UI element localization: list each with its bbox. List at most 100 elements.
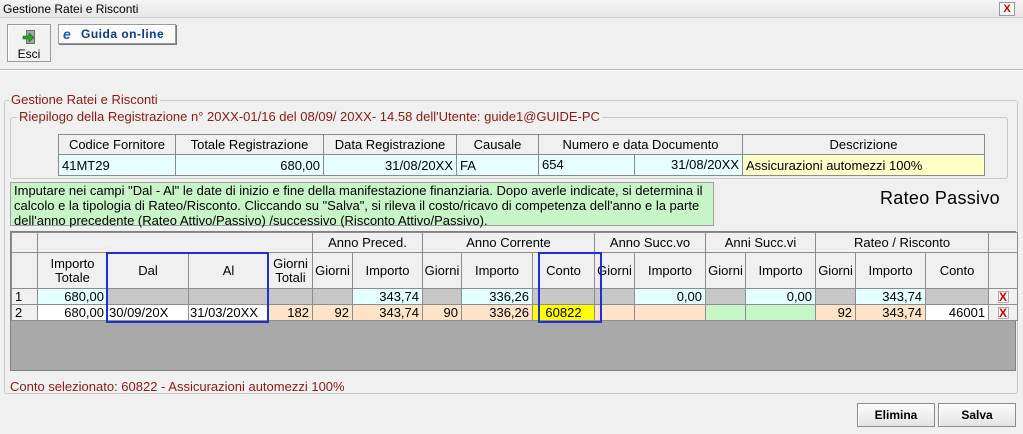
- corr-conto-cell[interactable]: 60822: [531, 304, 596, 321]
- causale-value: FA: [456, 154, 539, 176]
- main-group-label: Gestione Ratei e Risconti: [9, 92, 160, 107]
- giorni-totali-cell: [268, 288, 313, 305]
- esci-button[interactable]: Esci: [7, 24, 51, 62]
- header-numero-documento: Numero e data Documento: [538, 134, 743, 155]
- group-anni-succ: Anni Succ.vi: [705, 232, 817, 253]
- rr-giorni-cell: [815, 288, 857, 305]
- succvi-giorni-cell: [705, 304, 747, 321]
- succvi-importo-cell[interactable]: 0,00: [745, 288, 817, 305]
- col-corr-conto: Conto: [531, 252, 596, 289]
- status-text: Conto selezionato: 60822 - Assicurazioni…: [10, 379, 345, 394]
- browser-e-icon: e: [63, 26, 71, 42]
- row-number: 1: [11, 288, 38, 305]
- window-title: Gestione Ratei e Risconti: [3, 2, 139, 16]
- data-documento-value: 31/08/20XX: [671, 157, 739, 172]
- numero-documento-cell: 654 31/08/20XX: [538, 154, 743, 176]
- row-num-header: [11, 252, 38, 289]
- blank-header: [37, 232, 313, 253]
- rr-giorni-cell: 92: [815, 304, 857, 321]
- col-giorni-totali: Giorni Totali: [268, 252, 313, 289]
- col-prec-importo: Importo: [352, 252, 423, 289]
- col-dal: Dal: [107, 252, 189, 289]
- delete-x-icon: X: [997, 305, 1009, 320]
- rr-importo-cell[interactable]: 343,74: [855, 288, 927, 305]
- group-rateo-risconto: Rateo / Risconto: [815, 232, 990, 253]
- corr-importo-cell[interactable]: 336,26: [461, 288, 533, 305]
- rr-conto-cell[interactable]: 46001: [925, 304, 990, 321]
- importo-totale-cell[interactable]: 680,00: [37, 304, 108, 321]
- row-number: 2: [11, 304, 38, 321]
- prec-importo-cell[interactable]: 343,74: [352, 304, 423, 321]
- delete-row-button[interactable]: X: [988, 304, 1019, 321]
- dal-cell[interactable]: [107, 288, 189, 305]
- info-box: Imputare nei campi "Dal - Al" le date di…: [10, 182, 714, 228]
- col-al: Al: [188, 252, 269, 289]
- prec-giorni-cell: [312, 288, 353, 305]
- guida-online-button[interactable]: e Guida on-line: [58, 24, 176, 44]
- col-corr-giorni: Giorni: [422, 252, 462, 289]
- corr-conto-cell[interactable]: [531, 288, 596, 305]
- blank-header-end: [988, 232, 1019, 253]
- totale-registrazione-value: 680,00: [175, 154, 324, 176]
- succ-importo-cell[interactable]: [634, 304, 707, 321]
- esci-label: Esci: [17, 47, 41, 61]
- succvi-importo-cell[interactable]: [745, 304, 817, 321]
- salva-button[interactable]: Salva: [938, 403, 1016, 427]
- col-succvi-importo: Importo: [745, 252, 817, 289]
- delete-row-button[interactable]: X: [988, 288, 1019, 305]
- header-data-registrazione: Data Registrazione: [323, 134, 457, 155]
- al-cell[interactable]: [188, 288, 269, 305]
- col-importo-totale: Importo Totale: [37, 252, 108, 289]
- table-row: 2 680,00 30/09/20X 31/03/20XX 182 92 343…: [11, 304, 1019, 321]
- giorni-totali-cell: 182: [268, 304, 313, 321]
- codice-fornitore-value: 41MT29: [58, 154, 176, 176]
- corner-cell: [11, 232, 38, 253]
- col-succvi-giorni: Giorni: [705, 252, 747, 289]
- header-totale-registrazione: Totale Registrazione: [175, 134, 324, 155]
- corr-giorni-cell: [422, 288, 462, 305]
- delete-x-icon: X: [997, 289, 1009, 304]
- prec-importo-cell[interactable]: 343,74: [352, 288, 423, 305]
- header-codice-fornitore: Codice Fornitore: [58, 134, 176, 155]
- title-bar: Gestione Ratei e Risconti X: [0, 0, 1023, 18]
- succ-importo-cell[interactable]: 0,00: [634, 288, 707, 305]
- col-rr-importo: Importo: [855, 252, 927, 289]
- rr-importo-cell[interactable]: 343,74: [855, 304, 927, 321]
- exit-door-icon: [22, 30, 35, 44]
- table-row: 1 680,00 343,74 336,26 0,00 0,00 343,74 …: [11, 288, 1019, 305]
- corr-giorni-cell: 90: [422, 304, 462, 321]
- col-rr-conto: Conto: [925, 252, 990, 289]
- prec-giorni-cell: 92: [312, 304, 353, 321]
- close-button[interactable]: X: [999, 2, 1015, 16]
- ratei-grid-area: Anno Preced. Anno Corrente Anno Succ.vo …: [10, 231, 1019, 371]
- numero-documento-value: 654: [540, 155, 635, 175]
- col-prec-giorni: Giorni: [312, 252, 353, 289]
- group-anno-succ: Anno Succ.vo: [594, 232, 707, 253]
- rr-conto-cell[interactable]: [925, 288, 990, 305]
- succ-giorni-cell: [594, 288, 636, 305]
- col-rr-giorni: Giorni: [815, 252, 857, 289]
- toolbar-separator: [0, 69, 1023, 71]
- elimina-button[interactable]: Elimina: [857, 403, 935, 427]
- col-succ-giorni: Giorni: [594, 252, 636, 289]
- descrizione-value: Assicurazioni automezzi 100%: [742, 154, 985, 176]
- guida-online-label: Guida on-line: [81, 27, 165, 41]
- riepilogo-table: Codice Fornitore Totale Registrazione Da…: [58, 134, 985, 176]
- group-anno-corrente: Anno Corrente: [421, 232, 596, 253]
- al-cell[interactable]: 31/03/20XX: [188, 304, 269, 321]
- dal-cell[interactable]: 30/09/20X: [107, 304, 189, 321]
- succ-giorni-cell: [594, 304, 636, 321]
- data-registrazione-value: 31/08/20XX: [323, 154, 457, 176]
- header-descrizione: Descrizione: [742, 134, 985, 155]
- rateo-type-title: Rateo Passivo: [880, 188, 1000, 208]
- succvi-giorni-cell: [705, 288, 747, 305]
- ratei-grid: Anno Preced. Anno Corrente Anno Succ.vo …: [11, 232, 1019, 321]
- header-causale: Causale: [456, 134, 539, 155]
- col-succ-importo: Importo: [634, 252, 707, 289]
- corr-importo-cell[interactable]: 336,26: [461, 304, 533, 321]
- group-anno-preced: Anno Preced.: [312, 232, 423, 253]
- col-delete: [988, 252, 1019, 289]
- importo-totale-cell[interactable]: 680,00: [37, 288, 108, 305]
- col-corr-importo: Importo: [461, 252, 533, 289]
- riepilogo-label: Riepilogo della Registrazione n° 20XX-01…: [17, 109, 602, 124]
